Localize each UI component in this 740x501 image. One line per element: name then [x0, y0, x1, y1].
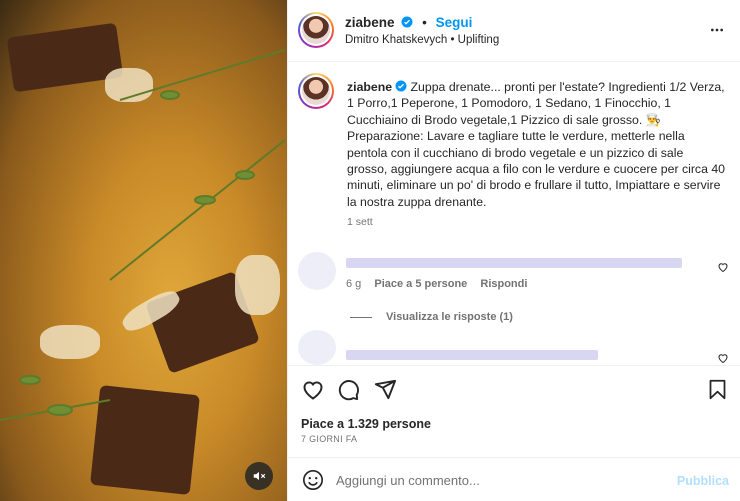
- author-avatar[interactable]: [298, 12, 334, 48]
- view-replies-label: Visualizza le risposte (1): [386, 311, 513, 323]
- post-media-video[interactable]: [0, 0, 287, 501]
- bookmark-icon[interactable]: [707, 378, 728, 401]
- muted-speaker-icon: [253, 471, 266, 481]
- action-bar: [288, 365, 740, 413]
- verified-badge-icon: [401, 16, 413, 28]
- separator-dot: •: [422, 15, 427, 30]
- follow-button[interactable]: Segui: [436, 15, 473, 30]
- mute-toggle-button[interactable]: [245, 462, 273, 490]
- more-options-icon[interactable]: [709, 22, 725, 38]
- post-details-panel: ziabene • Segui Dmitro Khatskevych • Upl…: [287, 0, 740, 501]
- caption-timestamp: 1 sett: [347, 216, 373, 228]
- caption-username[interactable]: ziabene: [347, 80, 392, 94]
- replies-divider: [350, 316, 372, 318]
- paper-plane-icon[interactable]: [374, 378, 397, 401]
- post-caption: ziabene Zuppa drenate... pronti per l'es…: [347, 79, 727, 210]
- comment-time: 6 g: [346, 278, 362, 290]
- likes-text: Piace a 1.329 persone: [301, 417, 431, 431]
- caption-text: Zuppa drenate... pronti per l'estate? In…: [347, 80, 726, 209]
- comment-input[interactable]: [336, 468, 656, 492]
- thyme-sprig-decoration: [0, 49, 286, 421]
- comment-like-heart-icon[interactable]: [717, 352, 729, 364]
- comment-composer: Pubblica: [288, 457, 740, 501]
- audio-attribution[interactable]: Dmitro Khatskevych • Uplifting: [345, 34, 499, 46]
- redacted-comment-text: [346, 258, 682, 268]
- comment-likes[interactable]: Piace a 5 persone: [374, 278, 467, 290]
- comment-like-heart-icon[interactable]: [717, 261, 729, 273]
- heart-icon[interactable]: [301, 378, 325, 402]
- post-date: 7 GIORNI FA: [301, 434, 358, 444]
- emoji-smiley-icon[interactable]: [302, 469, 324, 491]
- likes-count[interactable]: Piace a 1.329 persone: [301, 417, 431, 431]
- commenter-avatar[interactable]: [298, 252, 336, 290]
- comment-meta: 6 g Piace a 5 persone Rispondi: [346, 278, 537, 290]
- commenter-avatar[interactable]: [298, 330, 336, 365]
- verified-badge-icon: [395, 80, 407, 92]
- header-user-line: ziabene • Segui: [345, 15, 472, 30]
- view-replies-button[interactable]: Visualizza le risposte (1): [350, 311, 513, 323]
- publish-button[interactable]: Pubblica: [677, 474, 729, 488]
- post-header: ziabene • Segui Dmitro Khatskevych • Upl…: [288, 0, 740, 62]
- comment-bubble-icon[interactable]: [337, 378, 360, 401]
- caption-author-avatar[interactable]: [298, 73, 334, 109]
- reply-button[interactable]: Rispondi: [480, 278, 527, 290]
- author-username[interactable]: ziabene: [345, 15, 395, 30]
- redacted-comment-text: [346, 350, 598, 360]
